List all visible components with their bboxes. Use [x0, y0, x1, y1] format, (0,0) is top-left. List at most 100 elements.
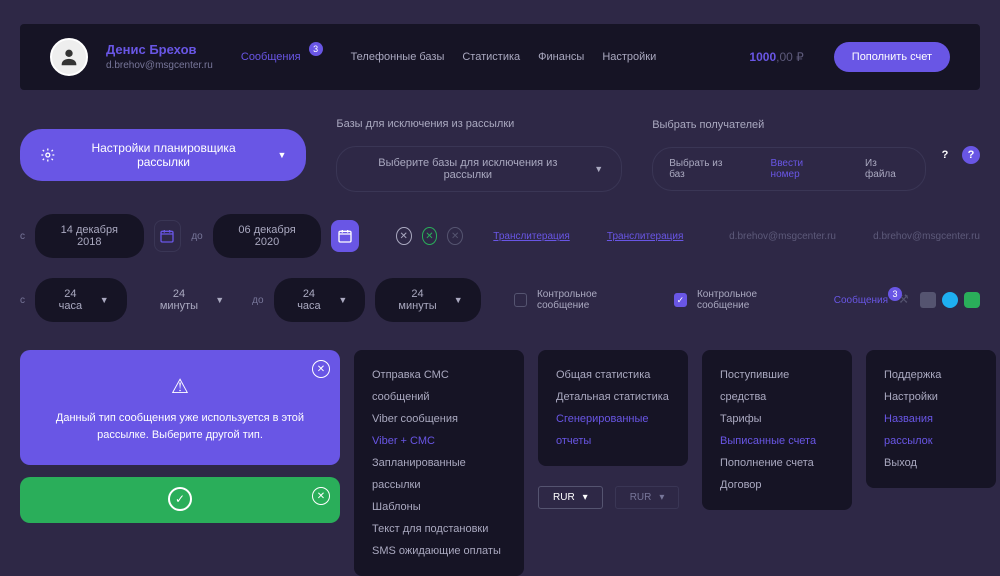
chevron-down-icon: ▼	[277, 150, 286, 160]
exclusion-title: Базы для исключения из рассылки	[336, 118, 622, 130]
close-icon[interactable]: ✕	[312, 487, 330, 505]
panel-stats: Общая статистика Детальная статистика Сг…	[538, 350, 688, 466]
panel-link[interactable]: Тарифы	[720, 408, 834, 430]
chevron-down-icon: ▾	[659, 492, 664, 503]
user-email: d.brehov@msgcenter.ru	[106, 59, 213, 72]
to-label: до	[191, 231, 202, 242]
close-icon[interactable]: ✕	[396, 227, 412, 245]
recipients-segmented: Выбрать из баз Ввести номер Из файла	[652, 147, 926, 191]
panel-link[interactable]: Детальная статистика	[556, 386, 670, 408]
chevron-down-icon: ▼	[215, 295, 224, 305]
chevron-down-icon: ▼	[454, 295, 463, 305]
translit-link[interactable]: Транслитерация	[493, 231, 570, 242]
time-to-label: до	[252, 295, 263, 306]
panel-link[interactable]: Viber + СМС	[372, 430, 506, 452]
email-text: d.brehov@msgcenter.ru	[873, 231, 980, 242]
close-icon-dim[interactable]: ✕	[447, 227, 463, 245]
chevron-down-icon: ▼	[338, 295, 347, 305]
panel-link[interactable]: Пополнение счета	[720, 452, 834, 474]
user-name: Денис Брехов	[106, 42, 213, 59]
panel-link[interactable]: Выход	[884, 452, 978, 474]
balance-suffix: ,00 ₽	[776, 50, 804, 64]
calendar-icon-active[interactable]	[331, 220, 358, 252]
recipients-opt-number[interactable]: Ввести номер	[755, 148, 850, 190]
help-icon[interactable]: ?	[936, 146, 954, 164]
currency-tabs: RUR▾ RUR▾	[538, 486, 688, 509]
nav-finances[interactable]: Финансы	[538, 51, 584, 63]
chevron-down-icon: ▾	[583, 492, 588, 503]
square-icon[interactable]	[920, 292, 936, 308]
panel-link[interactable]: Текст для подстановки	[372, 518, 506, 540]
scheduler-label: Настройки планировщика рассылки	[66, 141, 262, 169]
help-icons: ? ?	[936, 146, 980, 164]
panel-settings: Поддержка Настройки Названия рассылок Вы…	[866, 350, 996, 488]
nav-badge: 3	[309, 42, 323, 56]
chevron-down-icon: ▼	[100, 295, 109, 305]
checkbox-control-1[interactable]	[514, 293, 527, 307]
exclusion-select[interactable]: Выберите базы для исключения из рассылки…	[336, 146, 622, 192]
checkbox-label: Контрольное сообщение	[537, 289, 644, 311]
nav-settings[interactable]: Настройки	[602, 51, 656, 63]
panel-link[interactable]: Общая статистика	[556, 364, 670, 386]
topup-button[interactable]: Пополнить счет	[834, 42, 950, 72]
top-header: Денис Брехов d.brehov@msgcenter.ru Сообщ…	[20, 24, 980, 90]
panel-link[interactable]: Поддержка	[884, 364, 978, 386]
recipients-title: Выбрать получателей	[652, 119, 926, 131]
time-hour-from[interactable]: 24 часа▼	[35, 278, 127, 322]
user-block: Денис Брехов d.brehov@msgcenter.ru	[106, 42, 213, 72]
date-from[interactable]: 14 декабря 2018	[35, 214, 144, 258]
panel-link[interactable]: Viber сообщения	[372, 408, 506, 430]
chevron-down-icon: ▼	[594, 164, 603, 174]
nav-phone-bases[interactable]: Телефонные базы	[351, 51, 445, 63]
warning-icon: ⚠	[42, 372, 318, 402]
balance-amount: 1000	[749, 50, 776, 64]
close-icon-green[interactable]: ✕	[422, 227, 438, 245]
close-icon[interactable]: ✕	[312, 360, 330, 378]
recipients-opt-bases[interactable]: Выбрать из баз	[653, 148, 754, 190]
calendar-icon[interactable]	[154, 220, 182, 252]
check-icon: ✓	[168, 487, 192, 511]
time-min-from[interactable]: 24 минуты▼	[137, 278, 242, 322]
messages-link[interactable]: Сообщения 3	[834, 295, 888, 306]
time-hour-to[interactable]: 24 часа▼	[274, 278, 366, 322]
exclusion-select-label: Выберите базы для исключения из рассылки	[355, 157, 580, 181]
currency-select[interactable]: RUR▾	[538, 486, 603, 509]
green-icon[interactable]	[964, 292, 980, 308]
nav-statistics[interactable]: Статистика	[462, 51, 520, 63]
panel-link[interactable]: Названия рассылок	[884, 408, 978, 452]
panel-link[interactable]: Настройки	[884, 386, 978, 408]
panel-finance: Поступившие средства Тарифы Выписанные с…	[702, 350, 852, 510]
gear-icon	[40, 147, 56, 163]
help-icon-filled[interactable]: ?	[962, 146, 980, 164]
nav-messages[interactable]: Сообщения	[241, 51, 301, 63]
panel-messages: Отправка СМС сообщений Viber сообщения V…	[354, 350, 524, 576]
panel-link[interactable]: Выписанные счета	[720, 430, 834, 452]
currency-select-ghost[interactable]: RUR▾	[615, 486, 680, 509]
time-from-label: с	[20, 295, 25, 306]
alert-success: ✕ ✓	[20, 477, 340, 523]
avatar[interactable]	[50, 38, 88, 76]
date-to[interactable]: 06 декабря 2020	[213, 214, 322, 258]
alert-warning: ✕ ⚠ Данный тип сообщения уже используетс…	[20, 350, 340, 465]
panel-link[interactable]: Договор	[720, 474, 834, 496]
panel-link[interactable]: SMS ожидающие оплаты	[372, 540, 506, 562]
tool-icons: ⚒	[898, 292, 980, 308]
checkbox-label: Контрольное сообщение	[697, 289, 804, 311]
balance: 1000,00 ₽	[749, 50, 803, 64]
time-min-to[interactable]: 24 минуты▼	[375, 278, 480, 322]
alert-text: Данный тип сообщения уже используется в …	[56, 412, 304, 441]
panel-link[interactable]: Сгенерированные отчеты	[556, 408, 670, 452]
translit-link[interactable]: Транслитерация	[607, 231, 684, 242]
panel-link[interactable]: Запланированные рассылки	[372, 452, 506, 496]
top-nav: Сообщения3 Телефонные базы Статистика Фи…	[241, 50, 656, 64]
panel-link[interactable]: Шаблоны	[372, 496, 506, 518]
from-label: с	[20, 231, 25, 242]
panel-link[interactable]: Поступившие средства	[720, 364, 834, 408]
panel-link[interactable]: Отправка СМС сообщений	[372, 364, 506, 408]
messages-badge: 3	[888, 287, 902, 301]
skype-icon[interactable]	[942, 292, 958, 308]
email-text: d.brehov@msgcenter.ru	[729, 231, 836, 242]
recipients-opt-file[interactable]: Из файла	[849, 148, 925, 190]
checkbox-control-2[interactable]: ✓	[674, 293, 687, 307]
scheduler-settings-button[interactable]: Настройки планировщика рассылки ▼	[20, 129, 306, 181]
